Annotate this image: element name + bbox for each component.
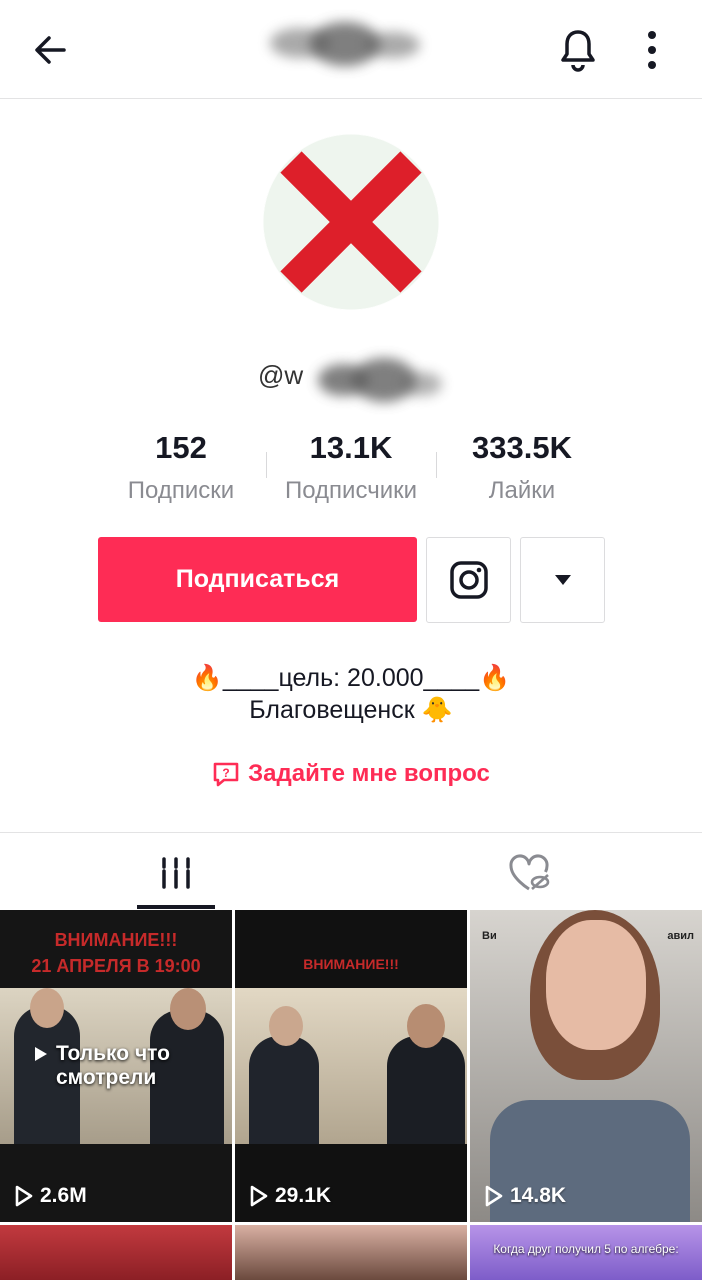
- stat-label: Подписчики: [284, 477, 418, 504]
- ask-question-label: Задайте мне вопрос: [248, 760, 490, 787]
- username-handle: @w: [258, 360, 304, 390]
- banner-text: 21 АПРЕЛЯ В 19:00: [31, 956, 201, 976]
- caption-text: авил: [667, 930, 694, 942]
- notifications-button[interactable]: [552, 24, 604, 76]
- view-count: 2.6M: [14, 1184, 87, 1208]
- back-button[interactable]: [24, 24, 76, 76]
- play-outline-icon: [485, 1185, 503, 1207]
- video-tile[interactable]: ВНИМАНИЕ!!! 29.1K: [235, 910, 467, 1222]
- caption-text: Ви: [482, 930, 497, 942]
- top-bar: [0, 0, 702, 99]
- triangle-down-icon: [554, 575, 571, 585]
- video-tile[interactable]: ВНИМАНИЕ!!! 21 АПРЕЛЯ В 19:00 Только что…: [0, 910, 232, 1222]
- stat-label: Подписки: [127, 477, 235, 504]
- tab-videos[interactable]: [137, 845, 215, 901]
- profile-title-redacted: [270, 18, 430, 74]
- bio-line-city: Благовещенск 🐥: [249, 696, 453, 724]
- play-outline-icon: [250, 1185, 268, 1207]
- video-tile[interactable]: Когда друг получил 5 по алгебре:: [470, 1225, 702, 1280]
- play-outline-icon: [15, 1185, 33, 1207]
- stat-value: 152: [155, 430, 207, 465]
- more-actions-dropdown[interactable]: [520, 537, 605, 623]
- stat-likes[interactable]: 333.5K Лайки: [437, 428, 607, 506]
- active-tab-indicator: [137, 905, 215, 909]
- video-tile[interactable]: [235, 1225, 467, 1280]
- view-count-value: 2.6M: [40, 1184, 87, 1207]
- ask-question-link[interactable]: ? Задайте мне вопрос: [0, 760, 702, 788]
- view-count: 14.8K: [484, 1184, 566, 1208]
- tab-liked[interactable]: [490, 845, 568, 901]
- recently-watched-label: Только что смотрели: [34, 1042, 186, 1090]
- bell-icon: [561, 30, 595, 72]
- more-vertical-icon: [648, 31, 656, 69]
- stat-value: 333.5K: [472, 430, 572, 465]
- more-options-button[interactable]: [630, 24, 674, 76]
- liked-hidden-icon: [509, 854, 550, 891]
- banner-text: ВНИМАНИЕ!!!: [54, 930, 178, 950]
- stat-label: Лайки: [488, 477, 556, 504]
- video-tile[interactable]: Ви авил 14.8K: [470, 910, 702, 1222]
- play-icon: [35, 1047, 47, 1061]
- stat-followers[interactable]: 13.1K Подписчики: [266, 428, 436, 506]
- instagram-icon: [449, 561, 488, 599]
- grid-icon: [162, 857, 190, 889]
- avatar[interactable]: [263, 134, 439, 310]
- stat-value: 13.1K: [309, 430, 393, 465]
- instagram-button[interactable]: [426, 537, 511, 623]
- profile-tabs: [0, 832, 702, 911]
- stat-following[interactable]: 152 Подписки: [96, 428, 266, 506]
- red-x-icon: [263, 134, 439, 310]
- bio-line-goal: 🔥____цель: 20.000____🔥: [191, 664, 511, 692]
- follow-button[interactable]: Подписаться: [98, 537, 417, 622]
- video-tile[interactable]: [0, 1225, 232, 1280]
- caption-text: Когда друг получил 5 по алгебре:: [493, 1242, 679, 1256]
- arrow-left-icon: [35, 36, 66, 64]
- banner-text: ВНИМАНИЕ!!!: [303, 956, 399, 972]
- video-thumbnail: [235, 988, 467, 1144]
- overlay-text: Только что смотрели: [56, 1042, 170, 1089]
- view-count-value: 14.8K: [510, 1184, 567, 1207]
- view-count: 29.1K: [249, 1184, 331, 1208]
- svg-text:?: ?: [222, 766, 229, 780]
- view-count-value: 29.1K: [275, 1184, 332, 1207]
- question-box-icon: ?: [213, 762, 239, 787]
- username-redacted: [318, 350, 448, 410]
